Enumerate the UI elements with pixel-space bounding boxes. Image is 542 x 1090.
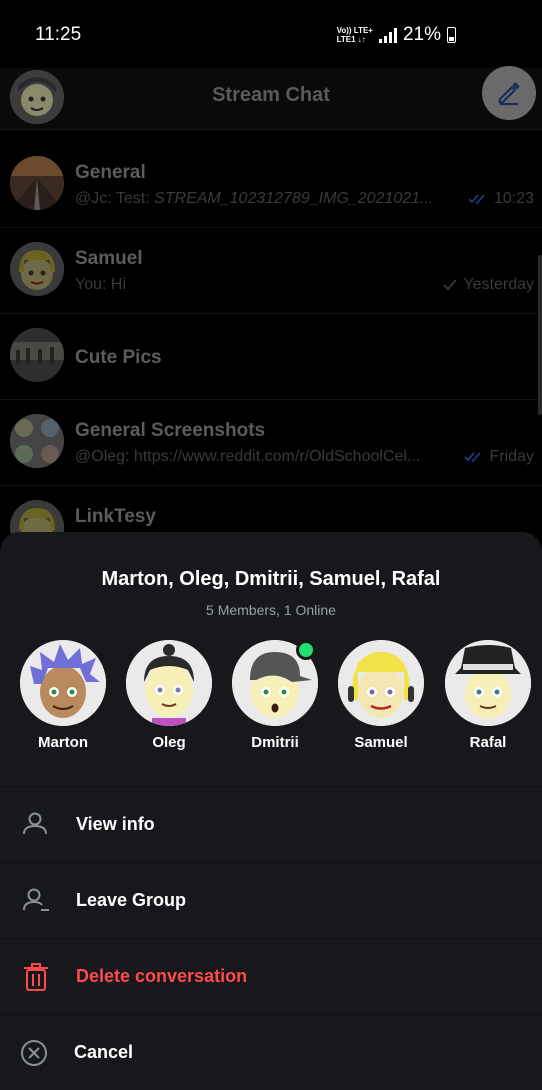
check-icon: [443, 279, 458, 291]
channel-meta: Yesterday: [443, 276, 534, 294]
member-name: Oleg: [152, 734, 186, 751]
view-info-button[interactable]: View info: [0, 786, 542, 862]
member-item[interactable]: Rafal: [443, 640, 533, 751]
channel-name: Samuel: [75, 248, 143, 269]
member-list[interactable]: Marton Oleg Dmitrii Samuel Rafal: [0, 640, 542, 760]
double-check-icon: [468, 194, 485, 205]
view-info-label: View info: [76, 814, 155, 834]
channel-row[interactable]: Cute Pics: [0, 314, 542, 400]
person-remove-icon: [23, 888, 49, 911]
member-item[interactable]: Marton: [18, 640, 108, 751]
channel-name: Cute Pics: [75, 347, 162, 368]
app-header: Stream Chat: [0, 66, 542, 130]
channel-name: General Screenshots: [75, 420, 266, 441]
channel-row[interactable]: General Screenshots @Oleg: https://www.r…: [0, 400, 542, 486]
channel-avatar: [10, 242, 64, 296]
channel-avatar: [10, 414, 64, 468]
avatar: [20, 640, 106, 726]
member-name: Dmitrii: [251, 734, 299, 751]
channel-row[interactable]: Samuel You: Hi Yesterday: [0, 228, 542, 314]
channel-preview: You: Hi: [75, 276, 126, 293]
channel-preview: @Oleg: https://www.reddit.com/r/OldSchoo…: [75, 448, 421, 465]
online-indicator: [296, 640, 316, 660]
channel-name: LinkTesy: [75, 506, 156, 527]
channel-row[interactable]: General @Jc: Test: STREAM_102312789_IMG_…: [0, 142, 542, 228]
member-item[interactable]: Samuel: [336, 640, 426, 751]
channel-meta: 10:23: [468, 190, 534, 208]
leave-group-label: Leave Group: [76, 890, 187, 910]
member-count: 5 Members, 1 Online: [206, 602, 336, 618]
member-item[interactable]: Oleg: [124, 640, 214, 751]
person-icon: [23, 812, 47, 835]
cancel-button[interactable]: Cancel: [0, 1014, 542, 1090]
member-name: Samuel: [354, 734, 408, 751]
avatar: [445, 640, 531, 726]
pencil-icon: [498, 82, 520, 106]
status-time: 11:25: [35, 24, 82, 45]
channel-actions-sheet: Marton, Oleg, Dmitrii, Samuel, Rafal 5 M…: [0, 532, 542, 1090]
list-scrollbar[interactable]: [538, 255, 542, 415]
channel-avatar: [10, 156, 64, 210]
double-check-icon: [463, 452, 481, 463]
close-circle-icon: [21, 1040, 47, 1066]
channel-list: General @Jc: Test: STREAM_102312789_IMG_…: [0, 142, 542, 572]
trash-icon: [24, 963, 48, 991]
status-icons: Vo)) LTE+ LTE1 ↓↑ 21%: [337, 24, 456, 46]
channel-name: General: [75, 162, 146, 183]
delete-conversation-label: Delete conversation: [76, 966, 248, 986]
page-title: Stream Chat: [212, 84, 330, 106]
avatar: [338, 640, 424, 726]
battery-icon: [447, 27, 456, 43]
channel-avatar: [10, 328, 64, 382]
status-bar: 11:25 Vo)) LTE+ LTE1 ↓↑ 21%: [0, 0, 542, 68]
network-indicator: Vo)) LTE+ LTE1 ↓↑: [336, 26, 373, 44]
member-item[interactable]: Dmitrii: [230, 640, 320, 751]
member-name: Marton: [38, 734, 88, 751]
channel-preview: @Jc: Test: STREAM_102312789_IMG_2021021.…: [75, 190, 434, 207]
avatar: [126, 640, 212, 726]
member-name: Rafal: [469, 734, 507, 751]
battery-percent: 21%: [402, 24, 441, 45]
delete-conversation-button[interactable]: Delete conversation: [0, 938, 542, 1014]
channel-time: 10:23: [493, 190, 534, 207]
channel-time: Friday: [489, 448, 534, 465]
compose-button[interactable]: [482, 66, 536, 120]
sheet-title: Marton, Oleg, Dmitrii, Samuel, Rafal: [101, 568, 441, 590]
channel-meta: Friday: [463, 448, 534, 466]
leave-group-button[interactable]: Leave Group: [0, 862, 542, 938]
cancel-label: Cancel: [74, 1042, 134, 1062]
channel-time: Yesterday: [463, 276, 534, 293]
signal-icon: [378, 27, 397, 43]
